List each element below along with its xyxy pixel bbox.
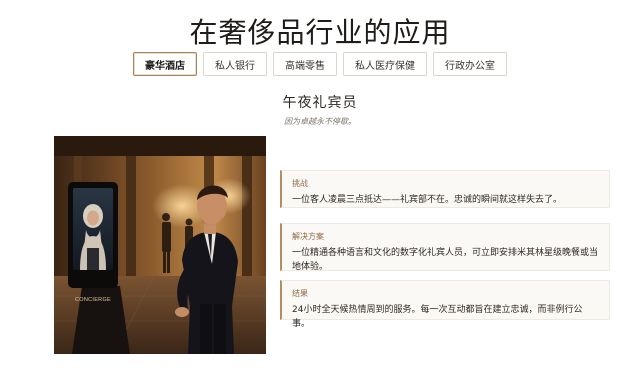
concierge-illustration: CONCIERGE: [54, 136, 266, 354]
challenge-text: 一位客人凌晨三点抵达——礼宾部不在。忠诚的瞬间就这样失去了。: [292, 195, 563, 205]
result-card: 结果 24小时全天候热情周到的服务。每一次互动都旨在建立忠诚，而非例行公事。: [280, 280, 610, 329]
challenge-card: 挑战 一位客人凌晨三点抵达——礼宾部不在。忠诚的瞬间就这样失去了。: [280, 170, 610, 208]
tab-luxury-hotel[interactable]: 豪华酒店: [133, 52, 197, 76]
tab-private-banking[interactable]: 私人银行: [203, 52, 267, 76]
hotel-lobby-scene: CONCIERGE: [54, 136, 266, 354]
section-title: 午夜礼宾员: [282, 95, 358, 111]
tab-executive-office[interactable]: 行政办公室: [433, 52, 507, 76]
solution-label: 解决方案: [292, 232, 324, 241]
challenge-label: 挑战: [292, 179, 308, 188]
kiosk-label: CONCIERGE: [75, 297, 111, 303]
page-title: 在奢侈品行业的应用: [189, 16, 451, 49]
solution-text: 一位精通各种语言和文化的数字化礼宾人员，可立即安排米其林星级晚餐或当地体验。: [292, 248, 599, 272]
tab-high-end-retail[interactable]: 高端零售: [273, 52, 337, 76]
solution-card: 解决方案 一位精通各种语言和文化的数字化礼宾人员，可立即安排米其林星级晚餐或当地…: [280, 223, 610, 272]
tab-private-healthcare[interactable]: 私人医疗保健: [343, 52, 427, 76]
section-tagline: 因为卓越永不停歇。: [284, 117, 356, 126]
result-text: 24小时全天候热情周到的服务。每一次互动都旨在建立忠诚，而非例行公事。: [292, 305, 583, 329]
result-label: 结果: [292, 289, 308, 298]
industry-tabs: 豪华酒店 私人银行 高端零售 私人医疗保健 行政办公室: [0, 52, 640, 76]
